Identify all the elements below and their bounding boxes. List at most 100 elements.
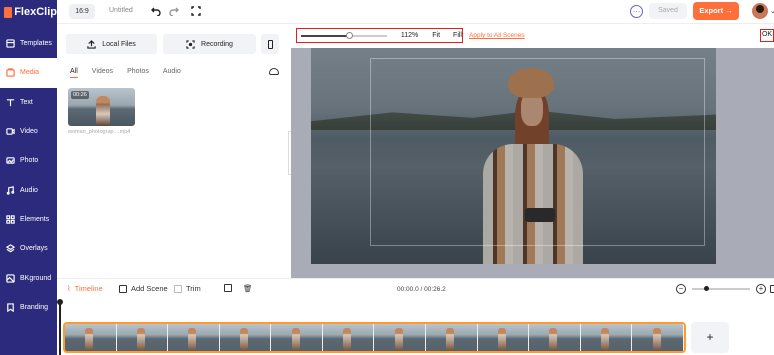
timeline-zoom-slider[interactable] (692, 286, 750, 291)
timeline-zoom-knob[interactable] (704, 286, 709, 291)
zoom-slider-knob[interactable] (346, 31, 354, 39)
logo-text: FlexClip (14, 6, 57, 18)
sidebar-item-overlays[interactable]: Overlays (0, 234, 57, 263)
trim-label: Trim (186, 284, 201, 293)
track-frame (374, 324, 427, 351)
sidebar-item-photo[interactable]: Photo (0, 146, 57, 175)
track-frame (580, 324, 633, 351)
track-frame (65, 324, 117, 351)
timeline-toggle[interactable]: ⌇ Timeline (67, 284, 103, 293)
recording-label: Recording (201, 40, 233, 48)
background-icon (6, 273, 15, 283)
ok-button[interactable]: OK (760, 29, 774, 42)
delete-icon[interactable]: 🗑 (243, 284, 253, 293)
project-title[interactable]: Untitled (109, 7, 133, 14)
timeline-toolbar: ⌇ Timeline Add Scene Trim 🗑 00:00.0 / 00… (57, 278, 774, 300)
media-tabs: All Videos Photos Audio (70, 68, 181, 78)
aspect-ratio-button[interactable]: 16:9 (69, 4, 95, 19)
saved-button[interactable]: Saved (649, 3, 687, 19)
overlays-icon (6, 244, 15, 253)
sidebar: FlexClip Templates Media Text Video Photo Aud… (0, 0, 57, 355)
track-frame (632, 324, 684, 351)
timeline-label: Timeline (74, 284, 103, 293)
sidebar-item-video[interactable]: Video (0, 117, 57, 146)
sidebar-item-text[interactable]: Text (0, 88, 57, 117)
add-scene-button[interactable]: Add Scene (119, 284, 168, 293)
track-frame (529, 324, 581, 351)
sidebar-item-elements[interactable]: Elements (0, 205, 57, 234)
sidebar-item-label: BKground (20, 274, 52, 282)
apply-to-all-scenes-link[interactable]: Apply to All Scenes (469, 32, 525, 39)
zoom-in-icon[interactable]: + (756, 284, 766, 294)
fit-timeline-icon[interactable] (770, 285, 774, 293)
avatar[interactable] (752, 3, 768, 19)
sidebar-item-audio[interactable]: Audio (0, 175, 57, 204)
sidebar-item-label: Photo (20, 157, 39, 165)
timeline-track-area: + (57, 299, 774, 355)
recording-button[interactable]: Recording (163, 34, 256, 54)
flexclip-logo[interactable]: FlexClip (0, 0, 57, 24)
add-scene-label: Add Scene (131, 284, 168, 293)
sidebar-item-label: Media (20, 69, 40, 77)
tab-all[interactable]: All (70, 68, 78, 78)
tab-photos[interactable]: Photos (127, 68, 149, 78)
track-frame (426, 324, 478, 351)
zoom-slider-fill (301, 34, 350, 37)
playhead[interactable] (57, 299, 62, 355)
media-thumbnail[interactable]: 00:26 (68, 88, 135, 126)
sidebar-item-label: Text (20, 98, 33, 106)
crop-frame[interactable] (370, 58, 705, 246)
add-scene-plus-button[interactable]: + (691, 322, 729, 353)
zoom-slider[interactable] (301, 31, 387, 39)
sidebar-item-label: Branding (20, 303, 49, 311)
audio-icon (6, 185, 15, 195)
media-panel: Local Files Recording All Videos Photos Aud… (57, 24, 291, 278)
sidebar-item-bkground[interactable]: BKground (0, 263, 57, 292)
timeline-icon: ⌇ (67, 284, 71, 293)
sidebar-item-label: Elements (20, 215, 50, 223)
photo-icon (6, 157, 15, 165)
duplicate-icon[interactable] (224, 284, 232, 292)
track-frame (219, 324, 272, 351)
fullscreen-icon[interactable] (191, 6, 201, 16)
timecode: 00:00.0 / 00:26.2 (397, 286, 446, 293)
sidebar-nav: Templates Media Text Video Photo Audio Element… (0, 29, 57, 322)
fit-button[interactable]: Fit (432, 32, 440, 39)
tab-audio[interactable]: Audio (163, 68, 181, 78)
sidebar-item-media[interactable]: Media (0, 58, 57, 88)
text-icon (6, 98, 15, 106)
chevron-down-icon[interactable]: ⌄ (770, 7, 774, 15)
thumbnail-figure (96, 96, 110, 126)
tab-videos[interactable]: Videos (92, 68, 113, 78)
sidebar-item-branding[interactable]: Branding (0, 293, 57, 322)
local-files-label: Local Files (102, 40, 136, 48)
zoom-out-icon[interactable]: − (676, 284, 686, 294)
sidebar-item-label: Audio (20, 186, 38, 194)
cloud-icon[interactable] (269, 68, 279, 75)
video-track[interactable] (63, 322, 686, 353)
media-filename: woman_photograp....mp4 (68, 129, 131, 135)
elements-icon (6, 215, 15, 224)
undo-icon[interactable] (151, 6, 161, 17)
zoom-controls: 112% Fit Fill (296, 28, 463, 43)
export-button[interactable]: Export → (693, 2, 739, 20)
trim-icon (174, 284, 182, 293)
sidebar-item-templates[interactable]: Templates (0, 29, 57, 58)
video-icon (6, 128, 15, 135)
logo-mark-icon (4, 6, 13, 18)
chat-icon[interactable]: … (630, 5, 643, 18)
redo-icon[interactable] (169, 6, 179, 17)
top-bar: 16:9 Untitled … Saved Export → ⌄ (57, 0, 774, 24)
fill-button[interactable]: Fill (453, 32, 462, 39)
duration-badge: 00:26 (71, 91, 89, 99)
local-files-button[interactable]: Local Files (66, 34, 157, 54)
trim-button[interactable]: Trim (174, 284, 201, 293)
track-frame (168, 324, 220, 351)
sidebar-item-label: Video (20, 128, 38, 136)
record-icon (186, 39, 195, 49)
stage-toolbar: 112% Fit Fill Apply to All Scenes OK (291, 24, 774, 48)
media-icon (6, 68, 15, 78)
sidebar-item-label: Templates (20, 40, 52, 48)
track-frame (477, 324, 530, 351)
phone-upload-button[interactable] (261, 34, 279, 54)
